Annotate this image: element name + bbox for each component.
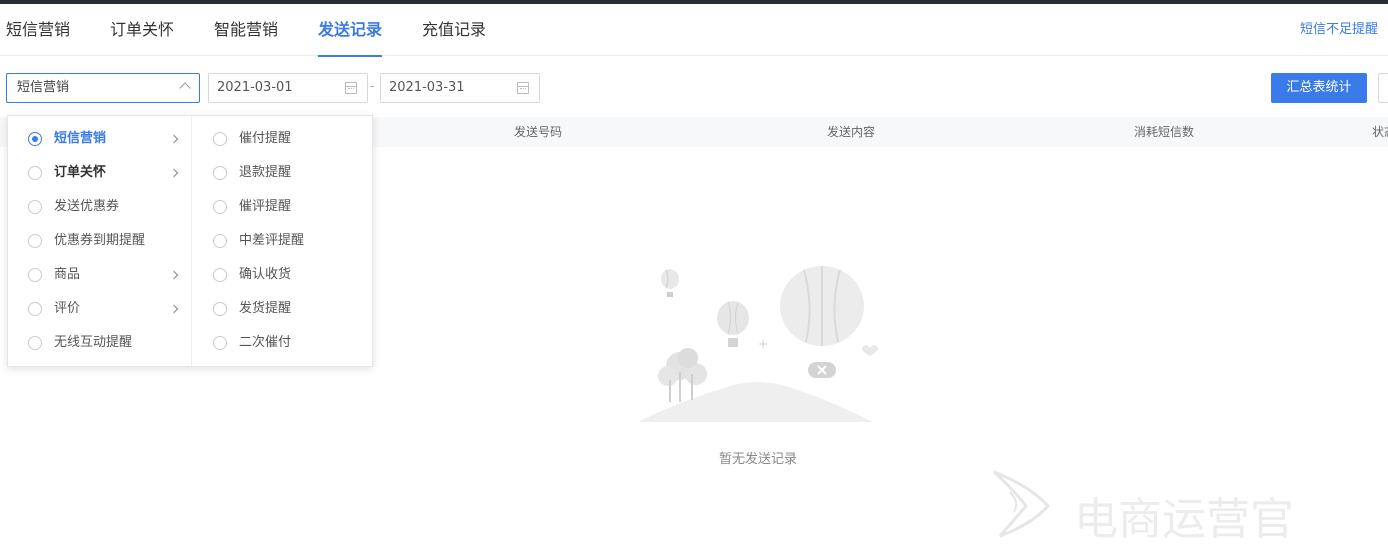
radio[interactable] <box>213 234 227 248</box>
tab-send-records[interactable]: 发送记录 <box>318 4 383 57</box>
watermark-text: 电商运营官 <box>1074 494 1294 545</box>
end-date-input[interactable]: 2021-03-31 <box>380 73 540 103</box>
cascader-option[interactable]: 优惠券到期提醒 <box>8 224 191 258</box>
empty-state-text: 暂无发送记录 <box>718 452 797 467</box>
tab-order-care[interactable]: 订单关怀 <box>110 4 174 56</box>
radio[interactable] <box>213 200 227 214</box>
cascader-option[interactable]: 二次催付 <box>193 326 373 360</box>
category-cascader-dropdown: 短信营销 订单关怀 发送优惠券 优惠券到期提醒 商品 评价 无线互动提醒 催付提… <box>7 115 373 367</box>
calendar-icon <box>345 82 357 94</box>
cascader-option-label: 商品 <box>54 267 81 282</box>
radio[interactable] <box>213 336 227 350</box>
chevron-up-icon <box>179 82 191 94</box>
category-select-value: 短信营销 <box>17 80 70 95</box>
start-date-value: 2021-03-01 <box>217 80 293 95</box>
tab-recharge-records[interactable]: 充值记录 <box>422 4 486 56</box>
chevron-right-icon <box>169 134 179 144</box>
cascader-option-label: 二次催付 <box>239 335 292 350</box>
cascader-level1: 短信营销 订单关怀 发送优惠券 优惠券到期提醒 商品 评价 无线互动提醒 <box>8 116 192 366</box>
cascader-option[interactable]: 评价 <box>8 292 191 326</box>
cascader-option-label: 催付提醒 <box>239 131 292 146</box>
radio[interactable] <box>28 234 42 248</box>
chevron-right-icon <box>169 270 179 280</box>
hill-shape <box>638 382 873 422</box>
cascader-option[interactable]: 中差评提醒 <box>193 224 373 258</box>
column-sms-consumed: 消耗短信数 <box>1134 125 1195 139</box>
radio[interactable] <box>28 166 42 180</box>
end-date-value: 2021-03-31 <box>389 80 465 95</box>
cascader-option[interactable]: 发货提醒 <box>193 292 373 326</box>
cascader-option-label: 短信营销 <box>54 131 107 146</box>
category-select[interactable]: 短信营销 <box>6 73 200 103</box>
cascader-level2: 催付提醒 退款提醒 催评提醒 中差评提醒 确认收货 发货提醒 二次催付 <box>193 116 373 366</box>
export-button[interactable] <box>1378 73 1388 103</box>
cascader-option[interactable]: 催评提醒 <box>193 190 373 224</box>
cascader-option[interactable]: 短信营销 <box>8 122 191 156</box>
cascader-option-label: 评价 <box>54 301 81 316</box>
tab-sms-marketing[interactable]: 短信营销 <box>6 4 70 56</box>
radio[interactable] <box>28 336 42 350</box>
small-balloon-icon <box>661 269 679 297</box>
cascader-option[interactable]: 退款提醒 <box>193 156 373 190</box>
column-status: 状态 <box>1372 125 1388 139</box>
cascader-option-label: 催评提醒 <box>239 199 292 214</box>
radio-checked[interactable] <box>28 132 42 146</box>
radio[interactable] <box>28 302 42 316</box>
watermark-logo: 电商运营官 <box>992 470 1294 545</box>
column-send-number: 发送号码 <box>514 125 563 139</box>
radio[interactable] <box>28 268 42 282</box>
radio[interactable] <box>213 268 227 282</box>
cascader-option[interactable]: 发送优惠券 <box>8 190 191 224</box>
heart-icon <box>862 345 878 356</box>
cascader-option[interactable]: 催付提醒 <box>193 122 373 156</box>
tab-smart-marketing[interactable]: 智能营销 <box>214 4 278 56</box>
cascader-option[interactable]: 订单关怀 <box>8 156 191 190</box>
sms-low-balance-reminder-link[interactable]: 短信不足提醒 <box>1300 4 1378 56</box>
cascader-option-label: 退款提醒 <box>239 165 292 180</box>
cascader-option[interactable]: 商品 <box>8 258 191 292</box>
cascader-option-label: 确认收货 <box>239 267 292 282</box>
medium-balloon-icon <box>717 301 749 347</box>
trees-icon <box>658 348 707 402</box>
cascader-option-label: 订单关怀 <box>54 165 107 180</box>
summary-statistics-button[interactable]: 汇总表统计 <box>1271 73 1367 103</box>
cascader-option-label: 优惠券到期提醒 <box>54 233 146 248</box>
empty-state-illustration: + <box>638 266 878 422</box>
main-tabs: 短信营销 订单关怀 智能营销 发送记录 充值记录 <box>0 4 1388 57</box>
cascader-option[interactable]: 确认收货 <box>193 258 373 292</box>
cascader-option[interactable]: 无线互动提醒 <box>8 326 191 360</box>
cascader-option-label: 发送优惠券 <box>54 199 120 214</box>
cascader-option-label: 发货提醒 <box>239 301 292 316</box>
calendar-icon <box>517 82 529 94</box>
date-range-separator: - <box>370 79 375 94</box>
chevron-right-icon <box>169 168 179 178</box>
radio[interactable] <box>213 166 227 180</box>
column-send-content: 发送内容 <box>827 125 876 139</box>
start-date-input[interactable]: 2021-03-01 <box>208 73 368 103</box>
chevron-right-icon <box>169 304 179 314</box>
radio[interactable] <box>213 132 227 146</box>
large-balloon-icon <box>780 266 864 378</box>
cascader-option-label: 中差评提醒 <box>239 233 305 248</box>
cascader-option-label: 无线互动提醒 <box>54 335 133 350</box>
radio[interactable] <box>28 200 42 214</box>
plus-icon: + <box>758 337 768 351</box>
radio[interactable] <box>213 302 227 316</box>
